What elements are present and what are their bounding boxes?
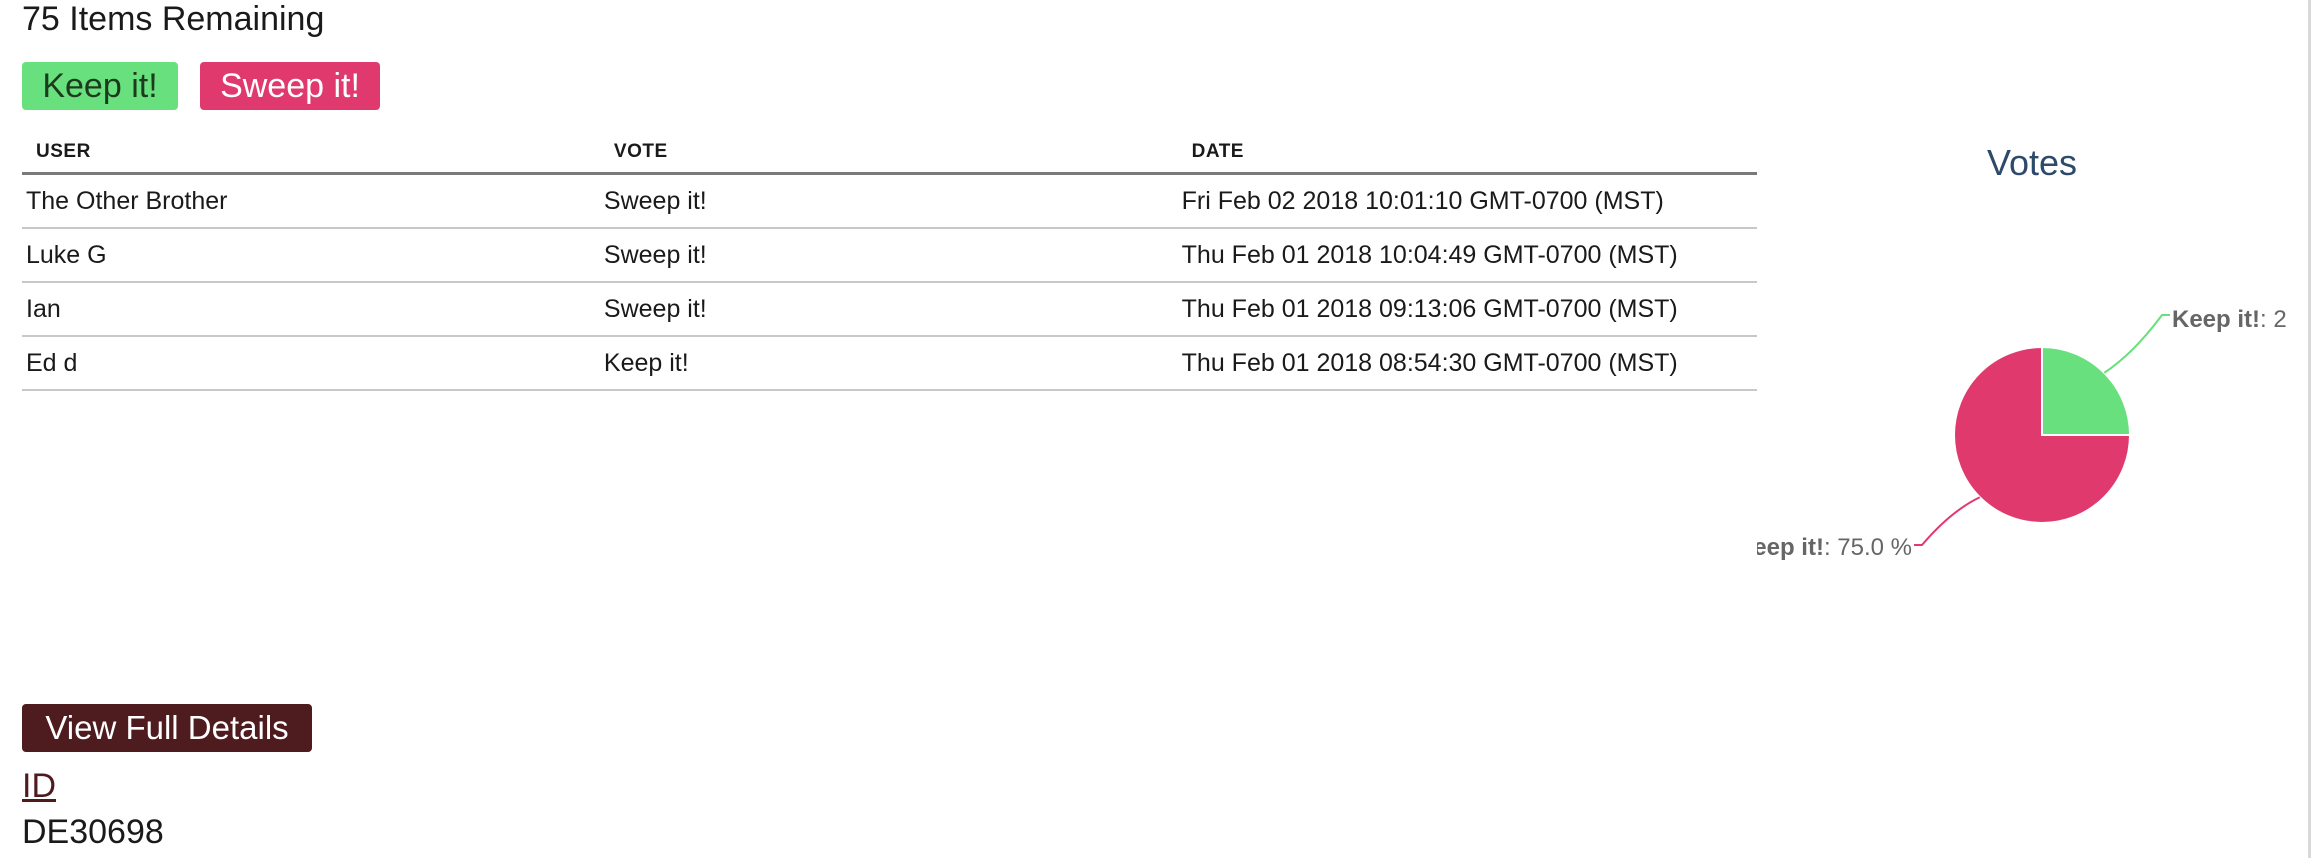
cell-vote: Sweep it! xyxy=(599,228,1178,283)
pie-data-label: Sweep it!: 75.0 % xyxy=(1757,534,1912,561)
view-full-details-button[interactable]: View Full Details xyxy=(22,704,312,752)
cell-date: Thu Feb 01 2018 08:54:30 GMT-0700 (MST) xyxy=(1177,336,1757,391)
pie-slices xyxy=(1953,345,2132,524)
sweep-it-button[interactable]: Sweep it! xyxy=(200,62,380,110)
column-header-user[interactable]: USER xyxy=(22,132,600,175)
cell-user: Ian xyxy=(22,282,600,337)
table-row: Luke G Sweep it! Thu Feb 01 2018 10:04:4… xyxy=(22,228,1757,283)
pie-connector-line xyxy=(2103,314,2170,374)
cell-vote: Sweep it! xyxy=(599,282,1178,337)
table-row: Ian Sweep it! Thu Feb 01 2018 09:13:06 G… xyxy=(22,282,1757,337)
pie-connector-line xyxy=(1914,496,1981,546)
table-row: The Other Brother Sweep it! Fri Feb 02 2… xyxy=(22,173,1757,229)
cell-user: The Other Brother xyxy=(22,173,600,229)
column-header-vote[interactable]: VOTE xyxy=(599,132,1178,175)
votes-table: USER VOTE DATE The Other Brother Sweep i… xyxy=(22,132,1757,391)
cell-vote: Sweep it! xyxy=(599,173,1178,229)
votes-pie-chart: Votes Keep it!: 2 Sweep it!: 75.0 % xyxy=(1757,130,2316,590)
table-header-row: USER VOTE DATE xyxy=(22,132,1757,175)
scrollbar-edge[interactable] xyxy=(2308,0,2311,858)
pie-slice-keepit[interactable] xyxy=(2041,345,2132,436)
pie-data-label: Keep it!: 2 xyxy=(2172,306,2287,333)
id-value: DE30698 xyxy=(22,813,164,851)
cell-user: Luke G xyxy=(22,228,600,283)
id-link[interactable]: ID xyxy=(22,766,56,806)
table-row: Ed d Keep it! Thu Feb 01 2018 08:54:30 G… xyxy=(22,336,1757,391)
cell-vote: Keep it! xyxy=(599,336,1178,391)
keep-it-button[interactable]: Keep it! xyxy=(22,62,178,110)
cell-user: Ed d xyxy=(22,336,600,391)
cell-date: Thu Feb 01 2018 09:13:06 GMT-0700 (MST) xyxy=(1177,282,1757,337)
chart-title: Votes xyxy=(1987,142,2077,183)
column-header-date[interactable]: DATE xyxy=(1177,132,1757,175)
votes-pie-svg: Votes Keep it!: 2 Sweep it!: 75.0 % xyxy=(1757,142,2287,561)
items-remaining-count: 75 Items Remaining xyxy=(22,0,325,38)
cell-date: Thu Feb 01 2018 10:04:49 GMT-0700 (MST) xyxy=(1177,228,1757,283)
cell-date: Fri Feb 02 2018 10:01:10 GMT-0700 (MST) xyxy=(1177,173,1757,229)
page: 75 Items Remaining Keep it! Sweep it! US… xyxy=(0,0,2316,858)
